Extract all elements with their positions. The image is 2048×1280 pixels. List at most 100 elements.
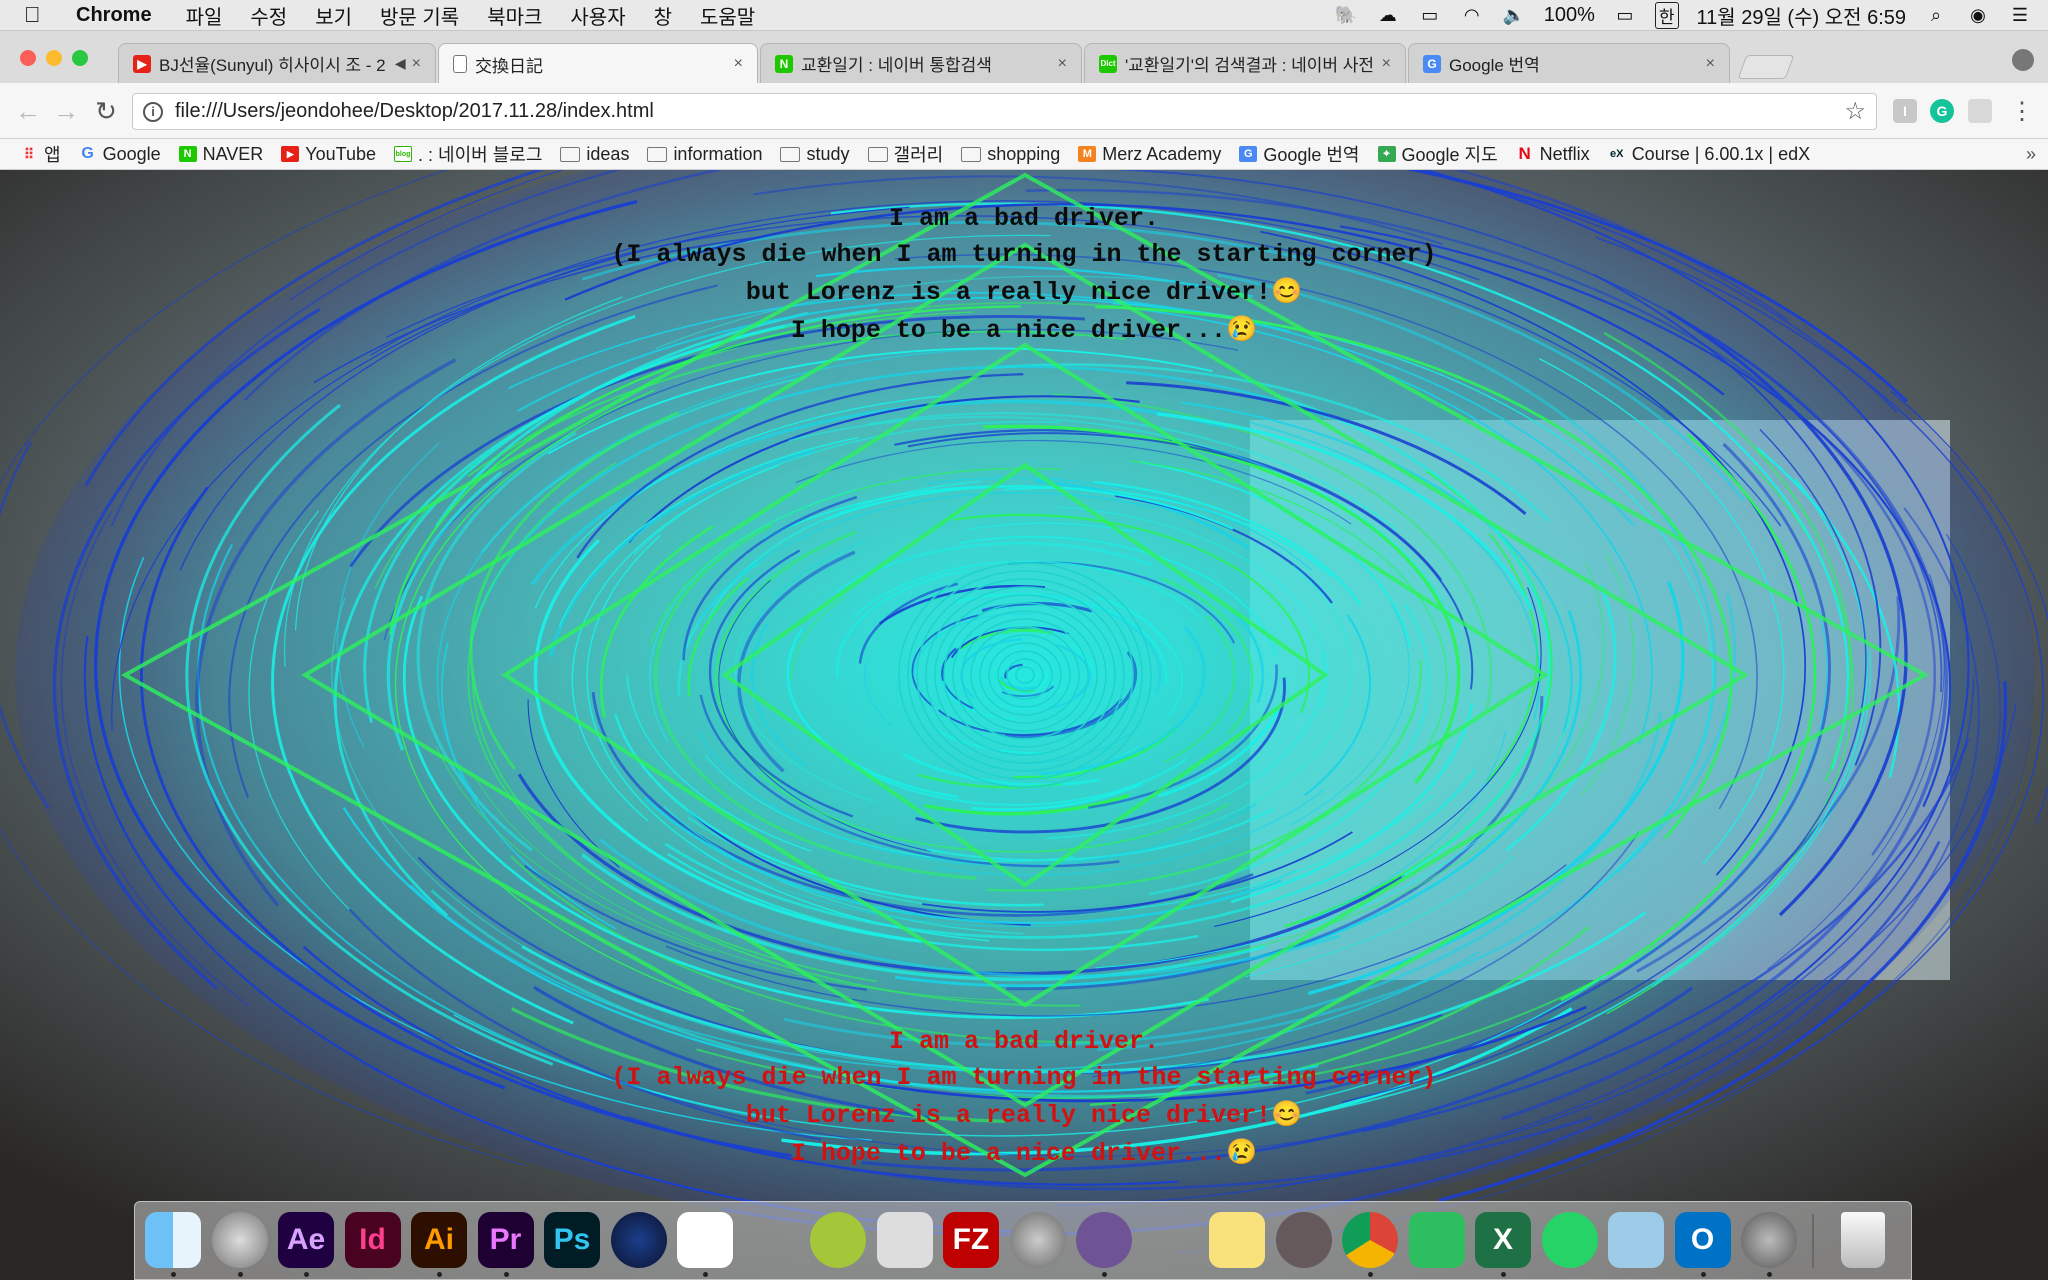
menu-file[interactable]: 파일 [186,1,223,30]
tab-naver-dict[interactable]: Dict '교환일기'의 검색결과 : 네이버 사전 × [1084,43,1406,83]
close-tab-icon[interactable]: × [1706,55,1715,73]
atom-icon[interactable] [1275,1212,1332,1268]
bookmark-merz-academy[interactable]: M Merz Academy [1078,144,1221,165]
chrome-menu-icon[interactable]: ⋮ [2010,97,2034,126]
illustrator-icon[interactable]: Ai [411,1212,467,1268]
bookmark-google[interactable]: G Google [79,144,160,165]
profile-icon[interactable] [2012,49,2034,71]
wifi-icon[interactable]: ◠ [1460,5,1484,27]
address-bar[interactable]: i file:///Users/jeondohee/Desktop/2017.1… [132,93,1877,130]
siri-icon[interactable]: ◉ [1966,5,1990,27]
github-icon[interactable] [1076,1212,1132,1268]
extension-icon[interactable]: I [1893,99,1917,123]
forward-button[interactable]: → [50,95,82,127]
menu-view[interactable]: 보기 [315,1,352,30]
finder-icon[interactable] [145,1212,201,1268]
google-translate-icon: G [1423,54,1441,73]
bookmark-google-maps[interactable]: ⌖ Google 지도 [1377,141,1498,167]
merz-icon: M [1078,146,1097,162]
creative-cloud-icon[interactable]: ☁ [1376,5,1400,27]
illustrator-label: Ai [424,1223,454,1256]
bookmark-folder-shopping[interactable]: shopping [961,144,1060,165]
more-bookmarks-icon[interactable]: » [2026,139,2036,169]
bookmark-star-icon[interactable]: ☆ [1844,97,1866,126]
android-studio-icon[interactable] [810,1212,866,1268]
menu-edit[interactable]: 수정 [250,1,287,30]
system-preferences-icon[interactable] [1741,1212,1797,1268]
close-tab-icon[interactable]: × [412,55,421,73]
cinema4d-icon[interactable] [610,1212,667,1268]
airplay-icon[interactable]: ▭ [1418,5,1442,27]
premiere-icon[interactable]: Pr [477,1212,534,1268]
new-tab-button[interactable] [1737,55,1795,79]
close-tab-icon[interactable]: × [1058,55,1067,73]
photoshop-icon[interactable]: Ps [544,1212,600,1268]
tab-google-translate[interactable]: G Google 번역 × [1408,43,1730,83]
bookmark-apps[interactable]: ⠿ 앱 [20,141,61,167]
poem-bottom-line-3: but Lorenz is a really nice driver!😊 [745,1100,1303,1130]
close-window-button[interactable] [20,50,36,66]
zoom-window-button[interactable] [72,50,88,66]
bookmark-naver[interactable]: N NAVER [178,144,263,165]
whatsapp-icon[interactable] [1541,1212,1598,1268]
volume-icon[interactable]: 🔈 [1502,5,1526,27]
cyberduck-icon[interactable] [1143,1212,1199,1268]
after-effects-icon[interactable]: Ae [278,1212,334,1268]
preview-icon[interactable] [1608,1212,1664,1268]
filezilla-icon[interactable]: FZ [943,1212,999,1268]
bookmark-edx[interactable]: eX Course | 6.00.1x | edX [1608,144,1810,165]
clock[interactable]: 11월 29일 (수) 오전 6:59 [1697,1,1906,30]
trash-icon[interactable] [1841,1212,1885,1268]
menu-window[interactable]: 창 [654,1,672,30]
tab-naver-search[interactable]: N 교환일기 : 네이버 통합검색 × [760,43,1082,83]
chrome-icon[interactable] [1342,1212,1398,1268]
excel-label: X [1492,1223,1513,1256]
notification-center-icon[interactable]: ☰ [2008,5,2032,27]
folder-icon [560,146,581,162]
notes-icon[interactable] [1209,1212,1265,1268]
pineapple-icon[interactable] [744,1212,800,1268]
battery-percent[interactable]: 100% [1544,4,1595,27]
bookmark-google-translate[interactable]: G Google 번역 [1239,141,1360,167]
bookmark-folder-information[interactable]: information [647,144,762,165]
site-info-icon[interactable]: i [143,101,163,122]
grammarly-icon[interactable]: G [1930,99,1954,123]
folder-icon [867,146,888,162]
cast-icon[interactable] [1968,99,1992,123]
indesign-icon[interactable]: Id [344,1212,401,1268]
bookmark-naver-blog[interactable]: blog . : 네이버 블로그 [394,141,542,167]
close-tab-icon[interactable]: × [734,55,743,73]
outlook-label: O [1690,1223,1715,1256]
menu-help[interactable]: 도움말 [700,1,755,30]
back-button[interactable]: ← [12,95,44,127]
bookmark-folder-study[interactable]: study [780,144,850,165]
spotlight-icon[interactable]: ⌕ [1924,5,1948,27]
sequel-pro-icon[interactable] [1009,1212,1066,1268]
app-menu[interactable]: Chrome [76,4,152,27]
python-icon[interactable] [876,1212,933,1268]
input-source[interactable]: 한 [1654,2,1679,29]
menu-bookmarks[interactable]: 북마크 [487,1,542,30]
excel-icon[interactable]: X [1475,1212,1531,1268]
close-tab-icon[interactable]: × [1382,55,1391,73]
bookmark-netflix[interactable]: N Netflix [1516,144,1590,165]
minimize-window-button[interactable] [46,50,62,66]
evernote-icon[interactable] [1408,1212,1465,1268]
tab-youtube[interactable]: ▶ BJ선율(Sunyul) 히사이시 조 - 2 ◀︎ × [118,43,436,83]
menu-history[interactable]: 방문 기록 [380,1,459,30]
bookmark-youtube[interactable]: ▶ YouTube [281,144,376,165]
launchpad-icon[interactable] [211,1212,268,1268]
outlook-icon[interactable]: O [1674,1212,1731,1268]
menu-people[interactable]: 사용자 [570,1,625,30]
evernote-status-icon[interactable]: 🐘 [1334,5,1358,27]
bookmark-folder-gallery[interactable]: 갤러리 [867,141,943,167]
url-text[interactable]: file:///Users/jeondohee/Desktop/2017.11.… [175,100,654,123]
apple-icon[interactable]:  [24,2,64,28]
battery-icon[interactable]: ▭ [1613,5,1637,27]
unity-icon[interactable] [677,1212,733,1268]
bookmark-folder-ideas[interactable]: ideas [560,144,629,165]
speaker-icon[interactable]: ◀︎ [395,55,406,72]
tab-active[interactable]: 交換日記 × [438,43,758,84]
indesign-label: Id [359,1223,386,1256]
reload-button[interactable]: ↻ [90,95,122,127]
